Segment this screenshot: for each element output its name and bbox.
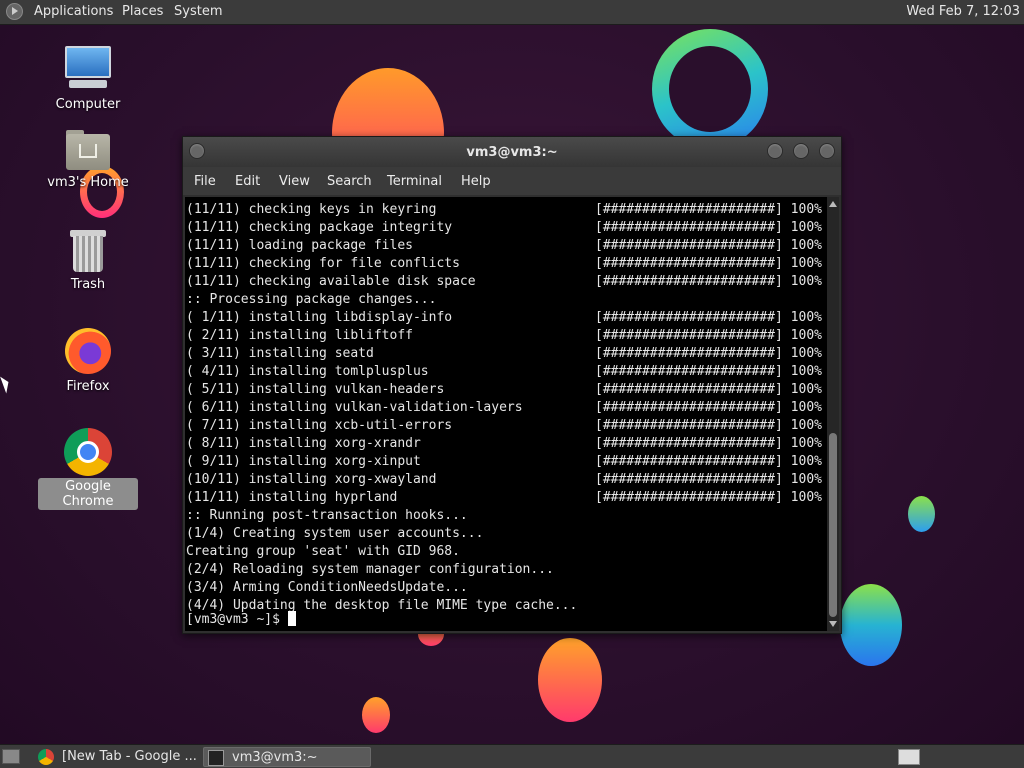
progress-bar-text: [######################] 100%	[595, 382, 822, 397]
progress-bar-text: [######################] 100%	[595, 472, 822, 487]
progress-bar-text: [######################] 100%	[595, 238, 822, 253]
taskbar-item-chrome[interactable]: [New Tab - Google ...	[34, 747, 200, 767]
close-button[interactable]	[819, 143, 835, 159]
progress-bar-text: [######################] 100%	[595, 454, 822, 469]
scroll-down-arrow-icon[interactable]	[829, 621, 837, 627]
terminal-line: ( 5/11) installing vulkan-headers	[186, 382, 445, 397]
top-panel: Applications Places System Wed Feb 7, 12…	[0, 0, 1024, 25]
minimize-button[interactable]	[767, 143, 783, 159]
desktop-icon-trash[interactable]: Trash	[38, 230, 138, 293]
terminal-line: ( 4/11) installing tomlplusplus	[186, 364, 429, 379]
progress-bar-text: [######################] 100%	[595, 364, 822, 379]
desktop-icon-label: Computer	[55, 97, 121, 112]
chrome-icon	[38, 749, 54, 765]
progress-bar-text: [######################] 100%	[595, 436, 822, 451]
terminal-line: (11/11) installing hyprland	[186, 490, 398, 505]
menu-view[interactable]: View	[279, 174, 310, 189]
window-titlebar[interactable]: vm3@vm3:~	[183, 137, 841, 167]
taskbar-item-label: vm3@vm3:~	[232, 750, 318, 765]
terminal-line: ( 8/11) installing xorg-xrandr	[186, 436, 421, 451]
desktop-icon-label: Trash	[70, 277, 106, 292]
terminal-line: (11/11) checking keys in keyring	[186, 202, 437, 217]
window-title: vm3@vm3:~	[466, 145, 558, 160]
menu-terminal[interactable]: Terminal	[387, 174, 442, 189]
taskbar-item-terminal[interactable]: vm3@vm3:~	[203, 747, 371, 767]
menu-system[interactable]: System	[174, 4, 222, 19]
terminal-line: (11/11) loading package files	[186, 238, 413, 253]
terminal-line: ( 7/11) installing xcb-util-errors	[186, 418, 453, 433]
terminal-window[interactable]: vm3@vm3:~ File Edit View Search Terminal…	[182, 136, 842, 634]
desktop-icon-label: Google Chrome	[38, 478, 138, 510]
desktop-icon-label: Firefox	[66, 379, 110, 394]
terminal-line: ( 9/11) installing xorg-xinput	[186, 454, 421, 469]
terminal-line: ( 3/11) installing seatd	[186, 346, 374, 361]
terminal-menubar: File Edit View Search Terminal Help	[183, 167, 841, 195]
distro-logo-icon[interactable]	[6, 3, 23, 20]
progress-bar-text: [######################] 100%	[595, 274, 822, 289]
terminal-icon	[208, 750, 224, 766]
terminal-line: (11/11) checking package integrity	[186, 220, 453, 235]
menu-search[interactable]: Search	[327, 174, 372, 189]
bottom-panel: [New Tab - Google ... vm3@vm3:~	[0, 744, 1024, 768]
text-cursor	[287, 611, 296, 626]
menu-places[interactable]: Places	[122, 4, 163, 19]
terminal-line: :: Processing package changes...	[186, 292, 437, 307]
progress-bar-text: [######################] 100%	[595, 310, 822, 325]
progress-bar-text: [######################] 100%	[595, 400, 822, 415]
terminal-line: (3/4) Arming ConditionNeedsUpdate...	[186, 580, 468, 595]
home-folder-icon	[66, 130, 110, 170]
trash-icon	[70, 230, 106, 274]
menu-applications[interactable]: Applications	[34, 4, 113, 19]
progress-bar-text: [######################] 100%	[595, 220, 822, 235]
computer-icon	[63, 46, 113, 92]
terminal-line: ( 2/11) installing libliftoff	[186, 328, 413, 343]
decorative-blob	[538, 638, 602, 722]
terminal-prompt: [vm3@vm3 ~]$	[186, 612, 288, 627]
progress-bar-text: [######################] 100%	[595, 256, 822, 271]
terminal-line: ( 1/11) installing libdisplay-info	[186, 310, 453, 325]
terminal-line: :: Running post-transaction hooks...	[186, 508, 468, 523]
maximize-button[interactable]	[793, 143, 809, 159]
taskbar-item-label: [New Tab - Google ...	[62, 749, 197, 764]
clock[interactable]: Wed Feb 7, 12:03	[906, 4, 1020, 19]
scroll-up-arrow-icon[interactable]	[829, 201, 837, 207]
decorative-blob	[840, 584, 902, 666]
menu-help[interactable]: Help	[461, 174, 491, 189]
progress-bar-text: [######################] 100%	[595, 418, 822, 433]
terminal-line: (10/11) installing xorg-xwayland	[186, 472, 437, 487]
desktop-icon-home[interactable]: vm3's Home	[38, 130, 138, 191]
desktop-icon-label: vm3's Home	[47, 175, 129, 190]
terminal-line: (1/4) Creating system user accounts...	[186, 526, 484, 541]
workspace-switcher[interactable]	[898, 749, 920, 765]
progress-bar-text: [######################] 100%	[595, 346, 822, 361]
menu-file[interactable]: File	[194, 174, 216, 189]
decorative-blob	[362, 697, 390, 733]
terminal-scrollbar[interactable]	[827, 197, 839, 631]
terminal-prompt-line[interactable]: [vm3@vm3 ~]$	[186, 611, 296, 629]
terminal-line: (11/11) checking for file conflicts	[186, 256, 460, 271]
scrollbar-thumb[interactable]	[829, 433, 837, 617]
chrome-icon	[64, 428, 112, 476]
firefox-icon	[65, 328, 111, 374]
terminal-line: Creating group 'seat' with GID 968.	[186, 544, 460, 559]
show-desktop-icon[interactable]	[2, 749, 20, 764]
progress-bar-text: [######################] 100%	[595, 202, 822, 217]
decorative-blob	[908, 496, 935, 532]
progress-bar-text: [######################] 100%	[595, 490, 822, 505]
terminal-output[interactable]: (11/11) checking keys in keyring [#######…	[185, 197, 827, 631]
desktop-icon-chrome[interactable]: Google Chrome	[38, 428, 138, 510]
terminal-line: (2/4) Reloading system manager configura…	[186, 562, 554, 577]
terminal-line: ( 6/11) installing vulkan-validation-lay…	[186, 400, 523, 415]
progress-bar-text: [######################] 100%	[595, 328, 822, 343]
terminal-line: (11/11) checking available disk space	[186, 274, 476, 289]
decorative-ring	[652, 29, 768, 149]
desktop-icon-firefox[interactable]: Firefox	[38, 328, 138, 395]
menu-edit[interactable]: Edit	[235, 174, 260, 189]
desktop-icon-computer[interactable]: Computer	[38, 46, 138, 113]
